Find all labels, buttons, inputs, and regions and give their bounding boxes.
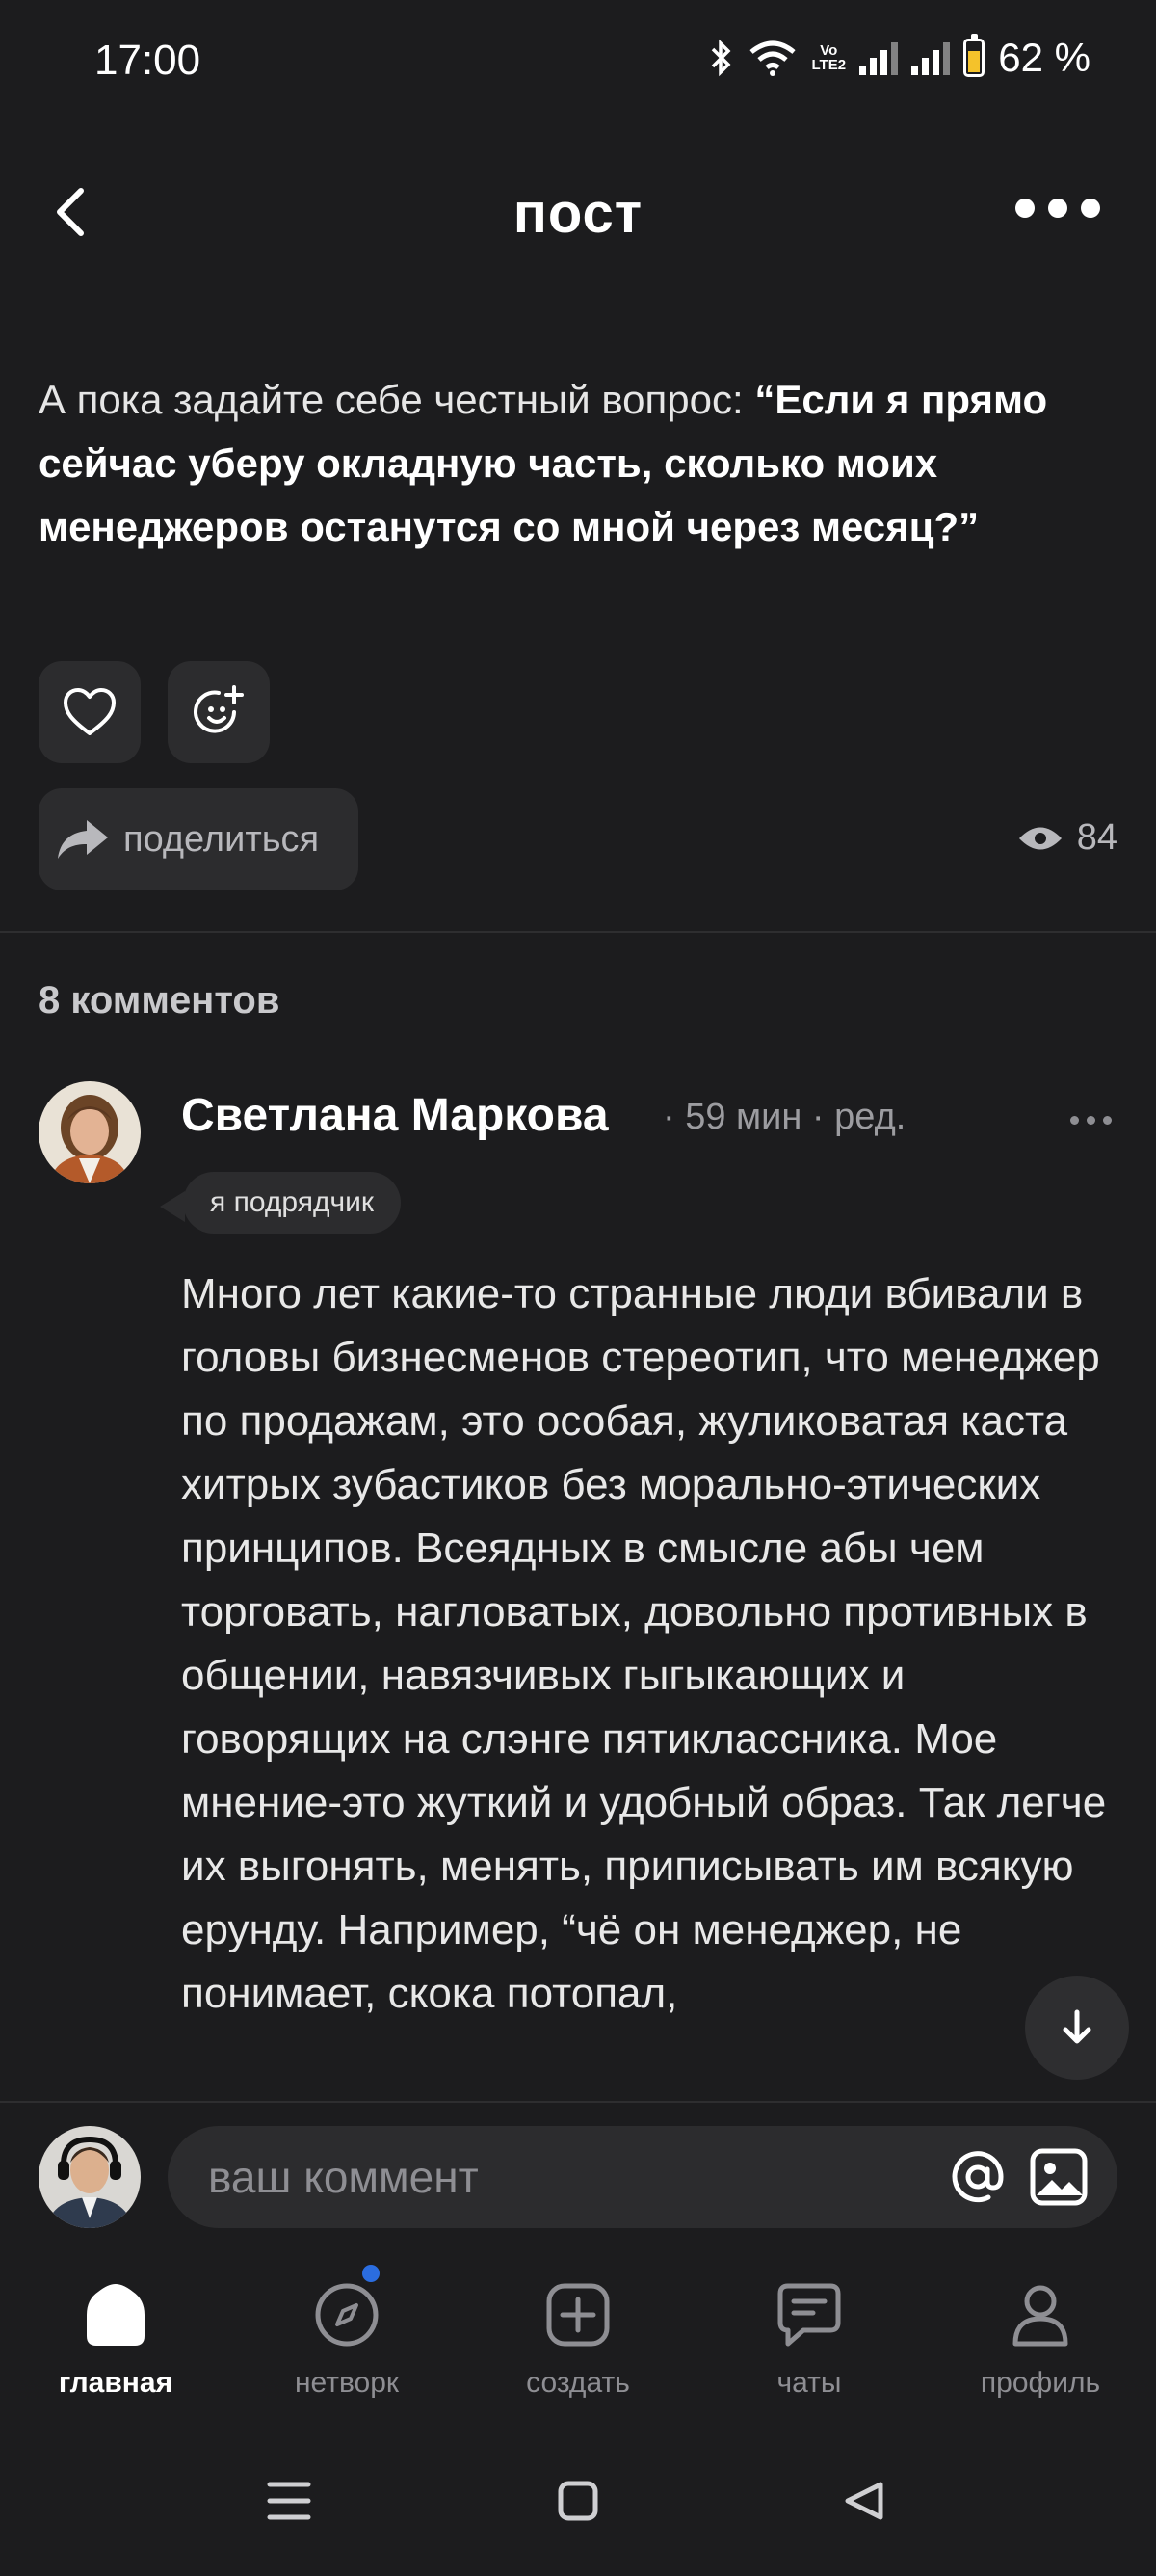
arrow-down-icon xyxy=(1063,2009,1091,2044)
nav-label-network: нетворк xyxy=(294,2367,400,2399)
comment-more-icon[interactable] xyxy=(1070,1116,1112,1125)
signal-icon-2 xyxy=(911,40,951,75)
user-icon xyxy=(1012,2285,1068,2347)
author-role-badge: я подрядчик xyxy=(183,1172,401,1234)
comment-input-box[interactable] xyxy=(168,2126,1117,2228)
comment-input[interactable] xyxy=(206,2150,884,2204)
status-icons: Vo LTE2 62 % xyxy=(709,34,1090,81)
views-counter: 84 xyxy=(1017,817,1117,859)
notification-dot xyxy=(362,2265,380,2282)
badge-tail xyxy=(160,1191,185,1222)
like-button[interactable] xyxy=(39,661,141,763)
comment-text: Много лет какие-то странные люди вбивали… xyxy=(181,1270,1107,2017)
comments-count: 8 комментов xyxy=(39,979,280,1022)
nav-label-profile: профиль xyxy=(980,2367,1101,2399)
current-user-avatar[interactable] xyxy=(39,2126,141,2228)
nav-label-create: создать xyxy=(526,2367,630,2399)
share-label: поделиться xyxy=(123,818,320,860)
compass-icon xyxy=(315,2283,379,2347)
nav-label-home: главная xyxy=(58,2367,173,2399)
heart-icon xyxy=(64,688,116,735)
nav-label-chats: чаты xyxy=(776,2367,842,2399)
bottom-navigation: главная нетворк создать чаты профиль xyxy=(0,2255,1156,2429)
mention-icon[interactable] xyxy=(948,2147,1008,2207)
share-button[interactable]: поделиться xyxy=(39,788,358,890)
nav-item-network[interactable]: нетворк xyxy=(231,2255,462,2429)
more-options-icon[interactable] xyxy=(1015,199,1100,218)
home-system-icon[interactable] xyxy=(558,2481,598,2521)
comment-meta: · 59 мин · ред. xyxy=(663,1097,906,1137)
page-title: пост xyxy=(512,182,644,245)
plus-square-icon xyxy=(546,2283,610,2347)
image-attach-icon[interactable] xyxy=(1029,2147,1089,2207)
battery-percent: 62 % xyxy=(998,35,1090,80)
status-time: 17:00 xyxy=(94,37,201,84)
share-arrow-icon xyxy=(58,820,108,859)
eye-icon xyxy=(1018,827,1062,849)
signal-icon-1 xyxy=(859,40,899,75)
back-system-icon[interactable] xyxy=(845,2482,883,2520)
recent-apps-icon[interactable] xyxy=(267,2482,311,2520)
nav-item-home[interactable]: главная xyxy=(0,2255,231,2429)
scroll-down-button[interactable] xyxy=(1025,1976,1129,2080)
add-emoji-icon xyxy=(194,685,244,733)
post-text-plain: А пока задайте себе честный вопрос: xyxy=(39,377,755,422)
nav-item-profile[interactable]: профиль xyxy=(925,2255,1156,2429)
home-icon xyxy=(87,2284,144,2346)
divider xyxy=(0,931,1156,933)
input-divider xyxy=(0,2101,1156,2103)
volte-icon: Vo LTE2 xyxy=(811,42,847,73)
chat-icon xyxy=(777,2283,841,2347)
comment-author-name[interactable]: Светлана Маркова xyxy=(181,1089,609,1142)
system-navigation-bar xyxy=(267,2481,883,2521)
add-reaction-button[interactable] xyxy=(168,661,270,763)
nav-item-create[interactable]: создать xyxy=(462,2255,694,2429)
battery-icon xyxy=(963,34,985,77)
comment-author-avatar[interactable] xyxy=(39,1081,141,1183)
wifi-icon xyxy=(749,40,796,76)
nav-item-chats[interactable]: чаты xyxy=(694,2255,925,2429)
post-text: А пока задайте себе честный вопрос: “Есл… xyxy=(39,368,1117,559)
bluetooth-icon xyxy=(712,39,731,77)
views-count: 84 xyxy=(1076,817,1117,858)
